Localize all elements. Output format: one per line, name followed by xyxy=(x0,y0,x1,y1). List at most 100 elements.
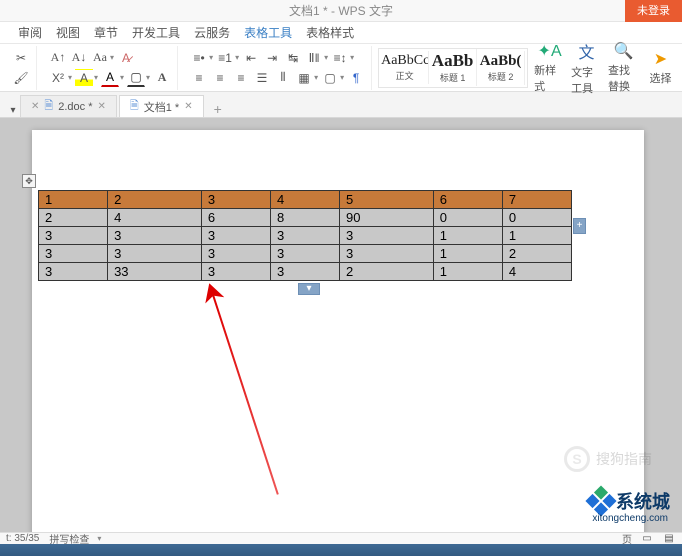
table-header-cell[interactable]: 5 xyxy=(340,191,434,209)
table-header-cell[interactable]: 6 xyxy=(433,191,502,209)
font-grow-icon[interactable]: A↑ xyxy=(49,49,67,67)
font-color-icon[interactable]: A xyxy=(101,69,119,87)
table-cell[interactable]: 3 xyxy=(340,245,434,263)
styles-gallery[interactable]: AaBbCcDd 正文 AaBb 标题 1 AaBb( 标题 2 xyxy=(378,48,528,88)
tab-doc-2[interactable]: ✕ 🗎 2.doc * ✕ xyxy=(20,95,117,117)
cut-icon[interactable]: ✂ xyxy=(12,49,30,67)
clear-format-icon[interactable]: A̷ xyxy=(117,49,135,67)
add-tab-button[interactable]: + xyxy=(206,101,230,117)
select-label: 选择 xyxy=(649,70,671,86)
word-doc-icon: 🗎 xyxy=(44,97,53,116)
text-direction-icon[interactable]: Ⅱ‖ xyxy=(305,49,323,67)
table-cell[interactable]: 3 xyxy=(270,227,339,245)
line-spacing-icon[interactable]: ≡↕ xyxy=(331,49,349,67)
menu-review[interactable]: 审阅 xyxy=(18,24,42,41)
table-cell[interactable]: 2 xyxy=(502,245,571,263)
sub-super-icon[interactable]: X² xyxy=(49,69,67,87)
distribute-icon[interactable]: ⫴ xyxy=(274,69,292,87)
table-header-cell[interactable]: 1 xyxy=(39,191,108,209)
tabs-menu-icon[interactable]: ▾ xyxy=(6,103,20,117)
show-marks-icon[interactable]: ¶ xyxy=(347,69,365,87)
indent-inc-icon[interactable]: ⇥ xyxy=(263,49,281,67)
text-tools-button[interactable]: 文 文字工具 xyxy=(571,47,602,89)
table-cell[interactable]: 0 xyxy=(502,209,571,227)
arrow-head-icon xyxy=(200,280,225,305)
table-cell[interactable]: 3 xyxy=(270,245,339,263)
numbering-icon[interactable]: ≡1 xyxy=(216,49,234,67)
table-cell[interactable]: 3 xyxy=(39,245,108,263)
menu-table-tools[interactable]: 表格工具 xyxy=(244,24,292,41)
asian-layout-icon[interactable]: A xyxy=(153,69,171,87)
table-cell[interactable]: 3 xyxy=(39,227,108,245)
table-cell[interactable]: 1 xyxy=(502,227,571,245)
new-style-button[interactable]: ✦A 新样式 xyxy=(534,47,565,89)
change-case-icon[interactable]: Aa xyxy=(91,49,109,67)
table-cell[interactable]: 33 xyxy=(108,263,202,281)
table-header-cell[interactable]: 7 xyxy=(502,191,571,209)
table-cell[interactable]: 2 xyxy=(39,209,108,227)
table-cell[interactable]: 1 xyxy=(433,227,502,245)
tab-doc-1[interactable]: 🗎 文档1 * ✕ xyxy=(119,95,204,117)
table-cell[interactable]: 90 xyxy=(340,209,434,227)
chevron-down-icon: ▾ xyxy=(68,73,72,82)
shading-color-icon[interactable]: ▦ xyxy=(295,69,313,87)
menu-devtools[interactable]: 开发工具 xyxy=(132,24,180,41)
table-header-cell[interactable]: 4 xyxy=(270,191,339,209)
tabs-icon[interactable]: ↹ xyxy=(284,49,302,67)
highlight-icon[interactable]: A xyxy=(75,69,93,87)
menu-section[interactable]: 章节 xyxy=(94,24,118,41)
menu-cloud[interactable]: 云服务 xyxy=(194,24,230,41)
tab-label: 文档1 * xyxy=(144,99,179,115)
table-cell[interactable]: 0 xyxy=(433,209,502,227)
align-center-icon[interactable]: ≡ xyxy=(211,69,229,87)
add-column-handle[interactable]: + xyxy=(573,218,586,234)
align-justify-icon[interactable]: ☰ xyxy=(253,69,271,87)
chevron-down-icon: ▾ xyxy=(235,53,239,62)
table-cell[interactable]: 2 xyxy=(340,263,434,281)
style-name: 标题 2 xyxy=(477,70,524,83)
table-cell[interactable]: 3 xyxy=(201,245,270,263)
data-table[interactable]: 1 2 3 4 5 6 7 24689000333331133333123333… xyxy=(38,190,572,281)
borders-icon[interactable]: ▢ xyxy=(321,69,339,87)
menu-view[interactable]: 视图 xyxy=(56,24,80,41)
new-style-label: 新样式 xyxy=(534,62,565,94)
site-logo-icon xyxy=(585,485,616,516)
indent-dec-icon[interactable]: ⇤ xyxy=(242,49,260,67)
table-cell[interactable]: 1 xyxy=(433,263,502,281)
table-cell[interactable]: 3 xyxy=(201,227,270,245)
font-shrink-icon[interactable]: A↓ xyxy=(70,49,88,67)
table-cell[interactable]: 4 xyxy=(502,263,571,281)
style-normal[interactable]: AaBbCcDd 正文 xyxy=(381,51,429,84)
table-cell[interactable]: 3 xyxy=(201,263,270,281)
find-replace-button[interactable]: 🔍 查找替换 xyxy=(608,47,639,89)
align-left-icon[interactable]: ≡ xyxy=(190,69,208,87)
login-button[interactable]: 未登录 xyxy=(625,0,682,22)
word-doc-icon: 🗎 xyxy=(130,97,139,116)
bullets-icon[interactable]: ≡• xyxy=(190,49,208,67)
menu-table-styles[interactable]: 表格样式 xyxy=(306,24,354,41)
table-cell[interactable]: 3 xyxy=(39,263,108,281)
close-icon[interactable]: ✕ xyxy=(184,101,192,112)
table-row: 24689000 xyxy=(39,209,572,227)
table-cell[interactable]: 6 xyxy=(201,209,270,227)
table-cell[interactable]: 3 xyxy=(108,245,202,263)
add-row-handle[interactable]: ▾ xyxy=(298,283,320,295)
close-icon[interactable]: ✕ xyxy=(98,101,106,112)
table-cell[interactable]: 3 xyxy=(340,227,434,245)
style-heading1[interactable]: AaBb 标题 1 xyxy=(429,49,477,86)
select-button[interactable]: ➤ 选择 xyxy=(645,47,676,89)
format-painter-icon[interactable]: 🖌 xyxy=(12,69,30,87)
table-header-cell[interactable]: 3 xyxy=(201,191,270,209)
table-cell[interactable]: 3 xyxy=(270,263,339,281)
table-cell[interactable]: 4 xyxy=(108,209,202,227)
close-icon[interactable]: ✕ xyxy=(31,101,39,112)
align-right-icon[interactable]: ≡ xyxy=(232,69,250,87)
table-move-handle[interactable]: ✥ xyxy=(22,174,36,188)
table-header-cell[interactable]: 2 xyxy=(108,191,202,209)
table-cell[interactable]: 8 xyxy=(270,209,339,227)
style-heading2[interactable]: AaBb( 标题 2 xyxy=(477,51,525,85)
table-cell[interactable]: 1 xyxy=(433,245,502,263)
table-cell[interactable]: 3 xyxy=(108,227,202,245)
shading-icon[interactable]: ▢ xyxy=(127,69,145,87)
document-page[interactable]: ✥ 1 2 3 4 5 6 7 246890003333311333331233… xyxy=(32,130,644,532)
